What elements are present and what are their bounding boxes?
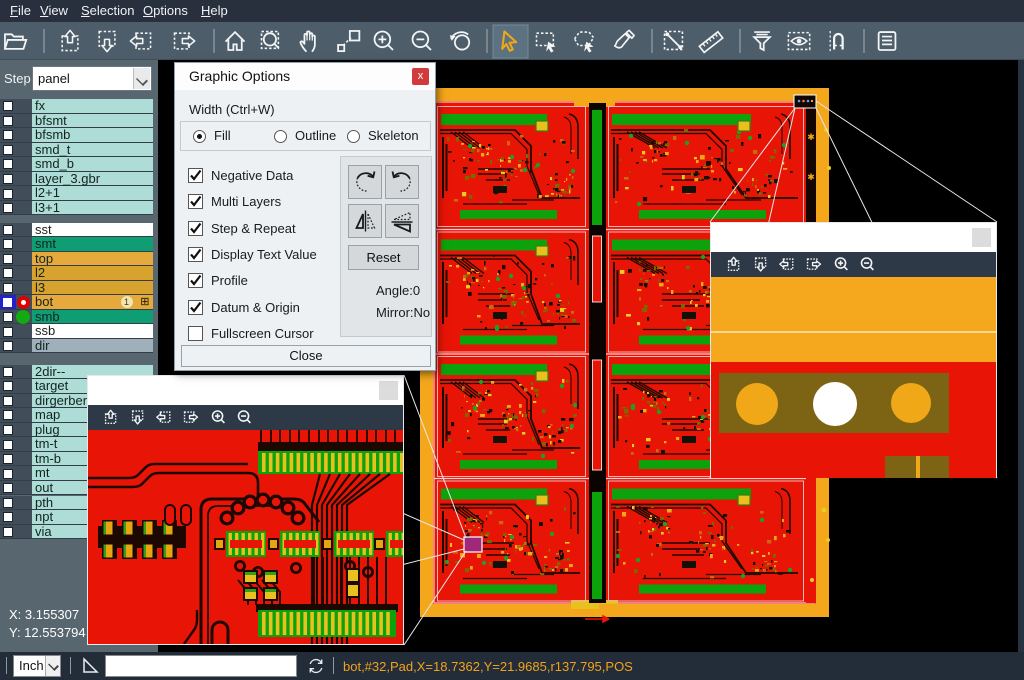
svg-text:✱: ✱ [807,132,815,142]
svg-text:✱: ✱ [807,172,815,182]
